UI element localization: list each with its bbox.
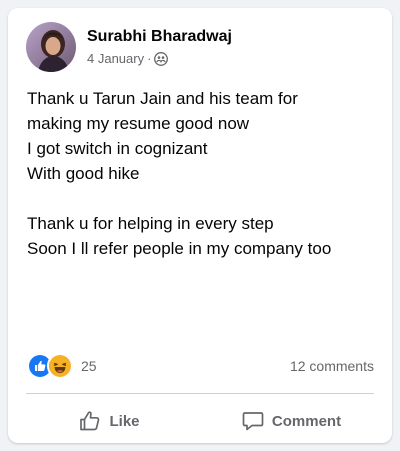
post-line: making my resume good now (27, 114, 250, 133)
reactions-summary[interactable]: 25 (27, 353, 97, 379)
post-card: Surabhi Bharadwaj 4 January · Thank u Ta… (8, 8, 392, 443)
post-line: I got switch in cognizant (27, 139, 208, 158)
post-line: Thank u for helping in every step (27, 214, 274, 233)
avatar[interactable] (26, 22, 76, 72)
comment-button[interactable]: Comment (200, 402, 382, 440)
thumbs-up-icon (80, 411, 100, 431)
post-line: Thank u Tarun Jain and his team for (27, 89, 298, 108)
author-name[interactable]: Surabhi Bharadwaj (87, 27, 232, 47)
post-stats: 25 12 comments (27, 353, 374, 379)
friends-icon[interactable] (154, 52, 169, 66)
like-button[interactable]: Like (18, 402, 200, 440)
divider (26, 393, 374, 394)
post-body: Thank u Tarun Jain and his team for maki… (27, 86, 377, 261)
action-bar: Like Comment (18, 402, 382, 440)
comment-label: Comment (271, 412, 342, 430)
post-date[interactable]: 4 January (87, 51, 144, 67)
post-header: Surabhi Bharadwaj 4 January · (26, 22, 232, 72)
post-meta: Surabhi Bharadwaj 4 January · (87, 27, 232, 67)
comment-icon (242, 412, 264, 431)
comment-count-link[interactable]: 12 comments (290, 358, 374, 374)
post-line: With good hike (27, 164, 140, 183)
meta-separator: · (147, 51, 152, 66)
post-blank-line (27, 186, 377, 211)
reaction-count: 25 (81, 358, 97, 374)
haha-icon (47, 353, 73, 379)
post-line: Soon I ll refer people in my company too (27, 239, 332, 258)
like-label: Like (109, 412, 140, 430)
post-subline: 4 January · (87, 51, 232, 67)
